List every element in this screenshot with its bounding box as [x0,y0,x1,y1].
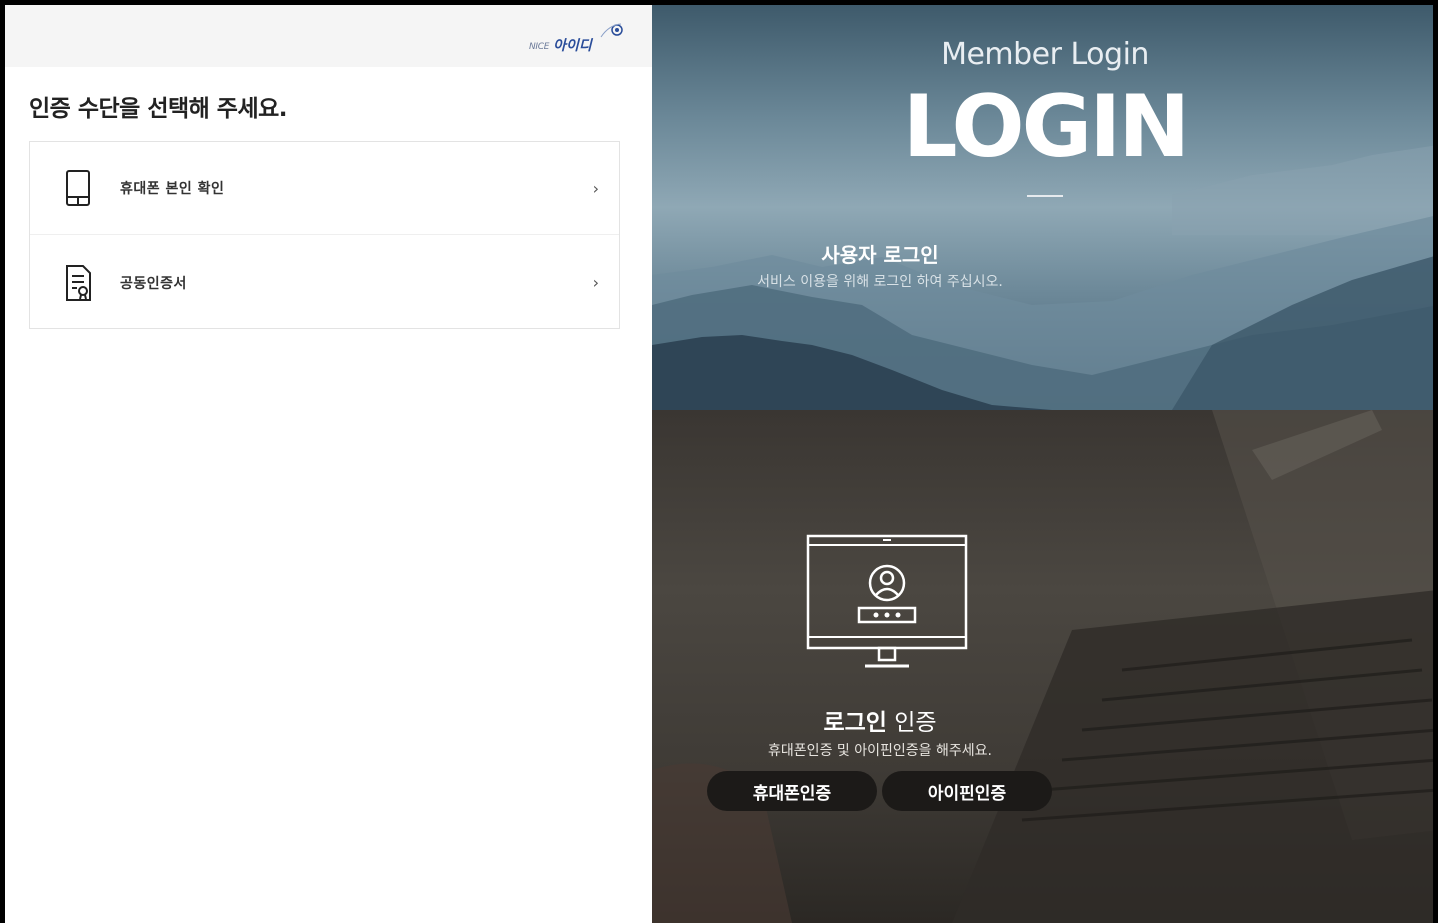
auth-options-list: 휴대폰 본인 확인 › 공동인증서 › [29,141,620,329]
mobile-auth-button[interactable]: 휴대폰인증 [707,771,877,811]
divider [1027,195,1063,197]
user-login-heading: 사용자 로그인 [821,243,939,267]
auth-method-panel: NICE 아이디 인증 수단을 선택해 주세요. 휴대폰 본인 확인 › 공동인… [5,5,652,923]
member-login-subtitle: Member Login [941,37,1149,72]
app-frame: NICE 아이디 인증 수단을 선택해 주세요. 휴대폰 본인 확인 › 공동인… [0,0,1438,923]
mobile-phone-icon [66,170,90,206]
laptop-scenery [652,410,1433,923]
ipin-auth-button[interactable]: 아이핀인증 [882,771,1052,811]
login-panel: Member Login LOGIN 사용자 로그인 서비스 이용을 위해 로그… [652,5,1433,923]
login-auth-heading: 로그인 인증 [652,703,1273,737]
login-heading: LOGIN [902,77,1190,177]
logo-swirl-icon [600,23,623,38]
joint-certificate-option[interactable]: 공동인증서 › [30,236,619,329]
chevron-right-icon: › [592,178,599,198]
mobile-verification-label: 휴대폰 본인 확인 [120,181,225,197]
logo-main-text: 아이디 [553,38,592,54]
nice-id-logo: NICE 아이디 [529,19,629,59]
chevron-right-icon: › [592,273,599,292]
login-auth-bold: 로그인 [823,710,887,736]
joint-certificate-label: 공동인증서 [120,275,187,292]
mobile-verification-option[interactable]: 휴대폰 본인 확인 › [30,142,619,235]
panel-header: NICE 아이디 [5,5,652,67]
login-auth-description: 휴대폰인증 및 아이핀인증을 해주세요. [768,743,992,759]
user-login-description: 서비스 이용을 위해 로그인 하여 주십시오. [757,274,1003,290]
certificate-document-icon [66,264,91,301]
login-auth-rest: 인증 [886,710,937,736]
page-title: 인증 수단을 선택해 주세요. [29,96,288,122]
laptop-background [652,410,1433,923]
monitor-user-login-icon [806,534,968,668]
logo-small-text: NICE [529,42,550,52]
